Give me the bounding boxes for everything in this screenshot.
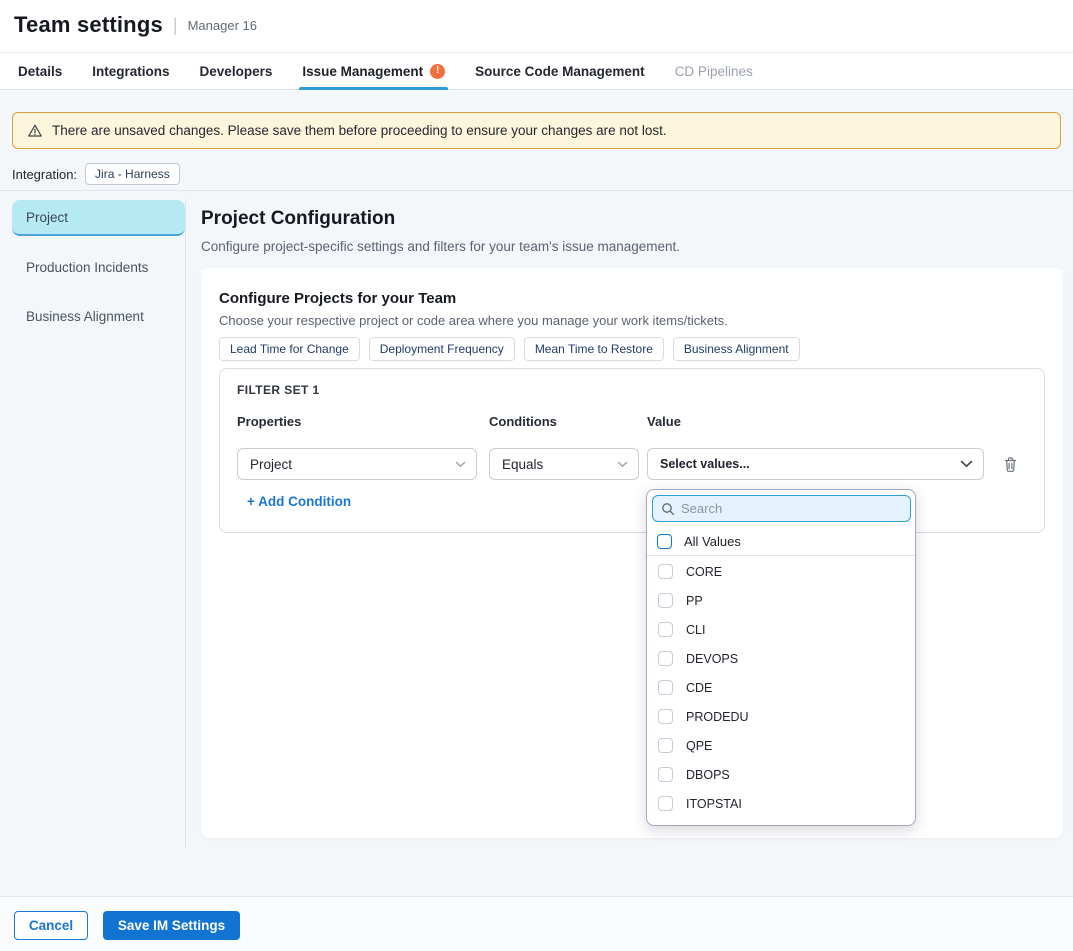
tab-details[interactable]: Details [3, 53, 77, 89]
chip-business-alignment[interactable]: Business Alignment [673, 337, 800, 361]
chip-mean-time-to-restore[interactable]: Mean Time to Restore [524, 337, 664, 361]
tab-source-code-management[interactable]: Source Code Management [460, 53, 660, 89]
option-core[interactable]: CORE [647, 557, 916, 586]
search-icon [661, 502, 675, 516]
option-dbops[interactable]: DBOPS [647, 760, 916, 789]
checkbox[interactable] [658, 680, 673, 695]
checkbox[interactable] [658, 651, 673, 666]
sidebar-item-production-incidents[interactable]: Production Incidents [12, 249, 185, 285]
properties-column-label: Properties [237, 414, 301, 429]
tab-developers[interactable]: Developers [185, 53, 288, 89]
cancel-button[interactable]: Cancel [14, 911, 88, 940]
tab-cd-pipelines: CD Pipelines [660, 53, 768, 89]
unsaved-changes-banner: There are unsaved changes. Please save t… [12, 112, 1061, 149]
checkbox[interactable] [658, 709, 673, 724]
card-subtitle: Choose your respective project or code a… [219, 313, 728, 328]
integration-row: Integration: Jira - Harness [12, 163, 180, 185]
tab-issue-management[interactable]: Issue Management ! [287, 53, 460, 89]
conditions-column-label: Conditions [489, 414, 557, 429]
chevron-down-icon [617, 461, 628, 468]
delete-filter-icon[interactable] [1000, 454, 1020, 474]
all-values-checkbox[interactable] [657, 534, 672, 549]
metric-chips-row: Lead Time for Change Deployment Frequenc… [219, 337, 800, 361]
checkbox[interactable] [658, 825, 673, 826]
page-title-row: Team settings | Manager 16 [14, 12, 257, 38]
checkbox[interactable] [658, 593, 673, 608]
option-pipe[interactable]: PIPE [647, 818, 916, 826]
search-input[interactable] [681, 501, 902, 516]
option-prodedu[interactable]: PRODEDU [647, 702, 916, 731]
option-cde[interactable]: CDE [647, 673, 916, 702]
unsaved-changes-badge-icon: ! [430, 64, 445, 79]
add-condition-button[interactable]: + Add Condition [247, 494, 351, 509]
option-pp[interactable]: PP [647, 586, 916, 615]
section-subtitle: Configure project-specific settings and … [201, 239, 680, 254]
option-devops[interactable]: DEVOPS [647, 644, 916, 673]
option-cli[interactable]: CLI [647, 615, 916, 644]
warning-triangle-icon [27, 123, 43, 139]
sidebar-divider [185, 199, 186, 848]
option-itopstai[interactable]: ITOPSTAI [647, 789, 916, 818]
page-title: Team settings [14, 12, 163, 38]
banner-text: There are unsaved changes. Please save t… [52, 123, 667, 138]
chevron-down-icon [960, 460, 973, 468]
value-column-label: Value [647, 414, 681, 429]
page-header: Team settings | Manager 16 [0, 0, 1073, 52]
filter-set-title: FILTER SET 1 [237, 383, 320, 397]
title-separator: | [173, 15, 178, 36]
checkbox[interactable] [658, 738, 673, 753]
integration-chip[interactable]: Jira - Harness [85, 163, 180, 185]
settings-tabbar: Details Integrations Developers Issue Ma… [0, 52, 1073, 90]
value-dropdown-panel: All Values CORE PP CLI DEVOPS CDE PRODED… [646, 489, 916, 826]
property-select[interactable]: Project [237, 448, 477, 480]
section-title: Project Configuration [201, 208, 395, 230]
chevron-down-icon [455, 461, 466, 468]
condition-select[interactable]: Equals [489, 448, 639, 480]
value-multiselect[interactable]: Select values... [647, 448, 984, 480]
dropdown-search[interactable] [652, 495, 911, 522]
dropdown-options-list: CORE PP CLI DEVOPS CDE PRODEDU QPE DBOPS… [647, 557, 916, 826]
tab-integrations[interactable]: Integrations [77, 53, 184, 89]
chip-deployment-frequency[interactable]: Deployment Frequency [369, 337, 515, 361]
team-context-label: Manager 16 [188, 18, 257, 33]
card-title: Configure Projects for your Team [219, 290, 456, 307]
save-im-settings-button[interactable]: Save IM Settings [103, 911, 240, 940]
sidebar-item-business-alignment[interactable]: Business Alignment [12, 298, 185, 334]
checkbox[interactable] [658, 796, 673, 811]
option-qpe[interactable]: QPE [647, 731, 916, 760]
divider [0, 190, 1073, 191]
checkbox[interactable] [658, 564, 673, 579]
integration-label: Integration: [12, 167, 77, 182]
checkbox[interactable] [658, 767, 673, 782]
chip-lead-time-for-change[interactable]: Lead Time for Change [219, 337, 360, 361]
option-all-values[interactable]: All Values [647, 527, 916, 556]
sidebar-item-project[interactable]: Project [12, 200, 185, 236]
checkbox[interactable] [658, 622, 673, 637]
